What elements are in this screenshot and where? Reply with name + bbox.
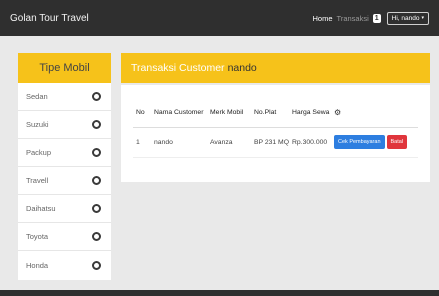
sidebar-item-honda[interactable]: Honda (18, 251, 111, 279)
sidebar-item-sedan[interactable]: Sedan (18, 83, 111, 111)
col-no-plat: No.Plat (251, 98, 290, 128)
cell-actions: Cek Pembayaran Batal (331, 127, 418, 158)
cell-harga: Rp.300.000 (289, 127, 332, 158)
col-harga-sewa: Harga Sewa (289, 98, 332, 128)
page-title: Transaksi Customer nando (121, 53, 430, 83)
circle-icon (92, 120, 101, 129)
top-navbar: Golan Tour Travel Home Transaksi 1 Hi, n… (0, 0, 439, 36)
sidebar-item-daihatsu[interactable]: Daihatsu (18, 195, 111, 223)
sidebar-item-label: Travell (26, 176, 49, 185)
gear-icon: ⚙ (331, 98, 418, 128)
nav-right: Home Transaksi 1 Hi, nando ▾ (313, 11, 429, 25)
footer-bar (0, 290, 439, 296)
transaksi-count-badge: 1 (372, 13, 381, 23)
circle-icon (92, 260, 101, 270)
cell-plat: BP 231 MQ (251, 127, 290, 158)
sidebar-item-packup[interactable]: Packup (18, 139, 111, 167)
circle-icon (92, 176, 101, 185)
car-type-sidebar: Tipe Mobil Sedan Suzuki Packup Travell D… (18, 53, 111, 280)
circle-icon (92, 232, 101, 241)
transaction-panel: No Nama Customer Merk Mobil No.Plat Harg… (121, 85, 430, 182)
circle-icon (92, 92, 101, 101)
col-merk-mobil: Merk Mobil (207, 98, 251, 128)
sidebar-item-travell[interactable]: Travell (18, 167, 111, 195)
table-row: 1 nando Avanza BP 231 MQ Rp.300.000 Cek … (133, 127, 418, 158)
sidebar-item-label: Suzuki (26, 120, 49, 129)
nav-transaksi-link[interactable]: Transaksi (337, 14, 369, 23)
sidebar-item-label: Toyota (26, 232, 49, 241)
user-greeting: Hi, nando (391, 14, 420, 22)
sidebar-item-label: Honda (26, 260, 49, 270)
cek-pembayaran-button[interactable]: Cek Pembayaran (334, 135, 385, 149)
page-title-text: Transaksi Customer (131, 62, 225, 74)
table-header-row: No Nama Customer Merk Mobil No.Plat Harg… (133, 98, 418, 128)
transaction-table: No Nama Customer Merk Mobil No.Plat Harg… (133, 98, 418, 158)
cell-merk: Avanza (207, 127, 251, 158)
cell-no: 1 (133, 127, 151, 158)
sidebar-item-toyota[interactable]: Toyota (18, 223, 111, 251)
customer-name: nando (227, 62, 257, 74)
sidebar-item-suzuki[interactable]: Suzuki (18, 111, 111, 139)
circle-icon (92, 204, 101, 213)
nav-home-link[interactable]: Home (313, 14, 333, 23)
brand-title[interactable]: Golan Tour Travel (10, 13, 89, 24)
sidebar-item-label: Packup (26, 148, 52, 157)
col-no: No (133, 98, 151, 128)
cell-nama: nando (151, 127, 207, 158)
user-dropdown[interactable]: Hi, nando ▾ (386, 11, 429, 25)
circle-icon (92, 148, 101, 157)
sidebar-item-label: Daihatsu (26, 204, 56, 213)
caret-down-icon: ▾ (421, 15, 424, 21)
sidebar-title: Tipe Mobil (18, 53, 111, 83)
col-nama-customer: Nama Customer (151, 98, 207, 128)
sidebar-item-label: Sedan (26, 92, 48, 101)
batal-button[interactable]: Batal (386, 135, 408, 149)
